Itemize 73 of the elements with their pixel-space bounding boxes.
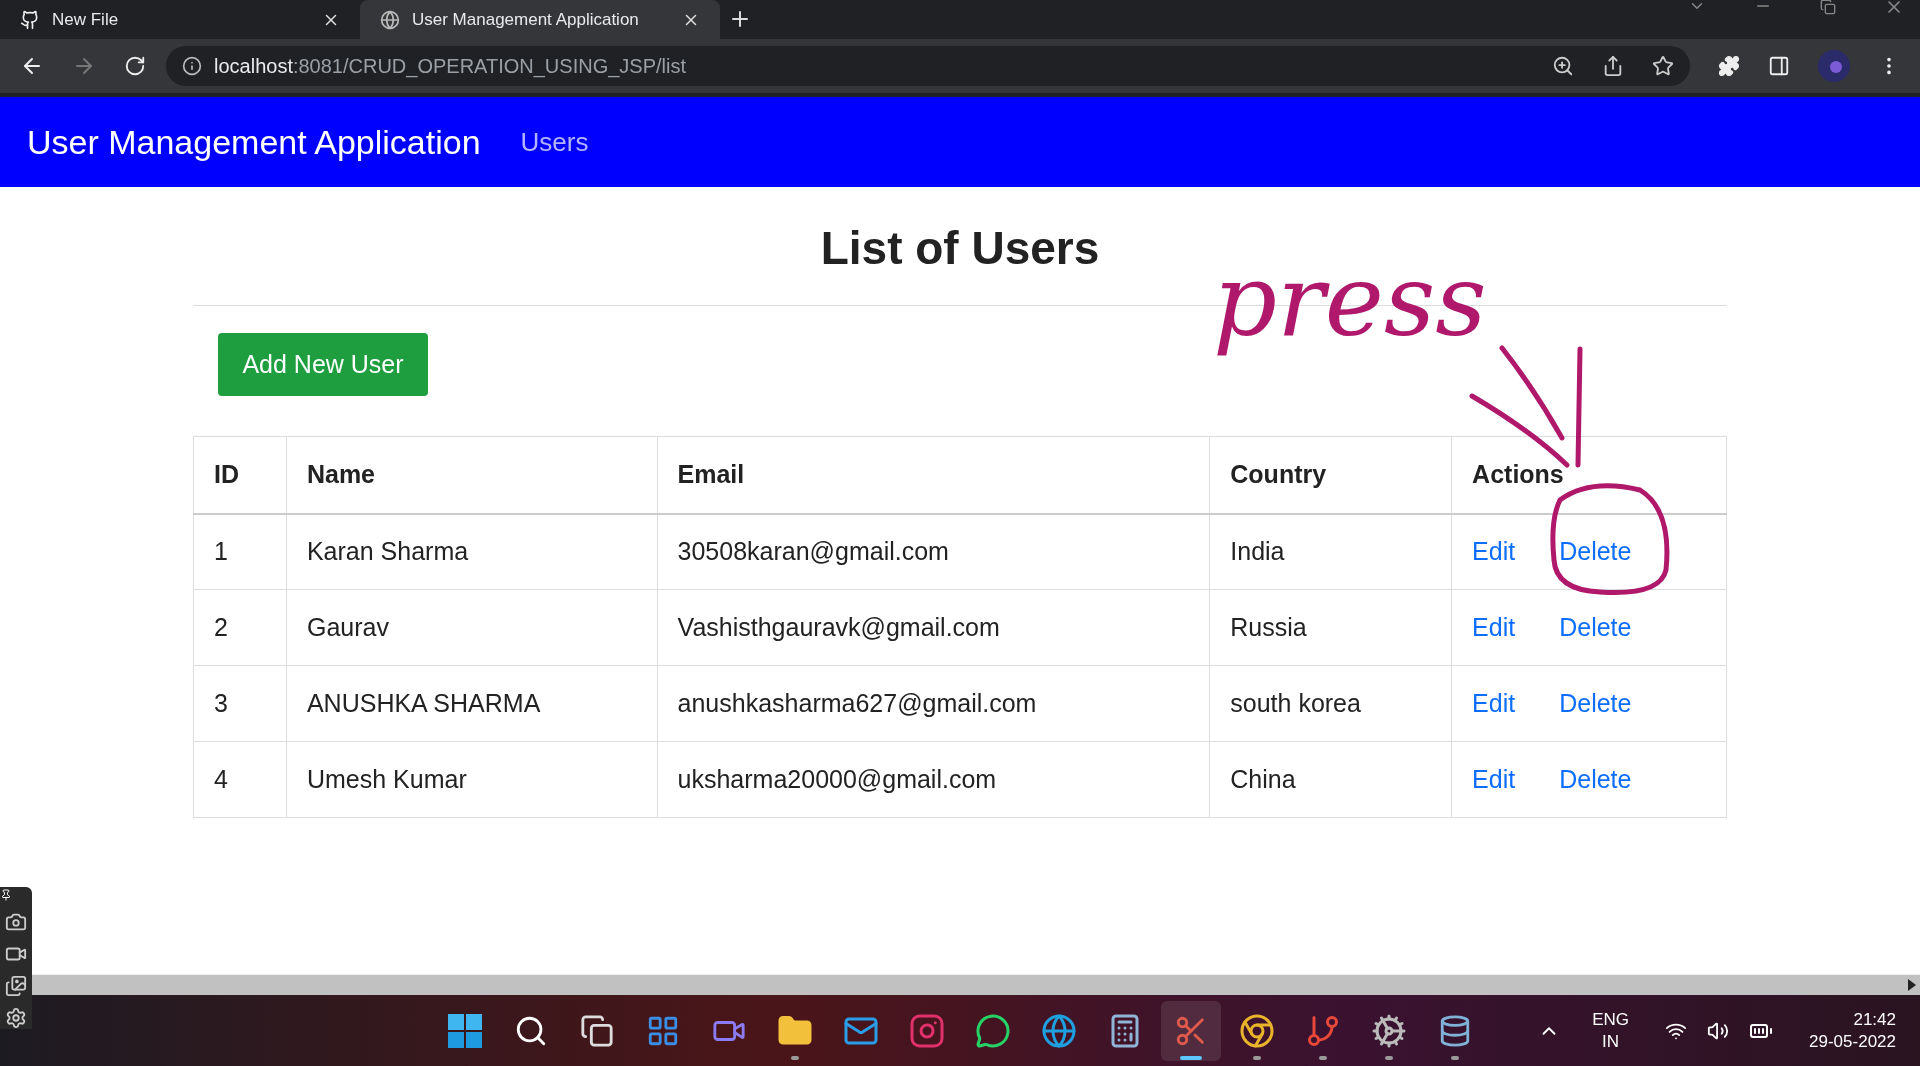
globe-icon xyxy=(380,9,400,30)
delete-link[interactable]: Delete xyxy=(1559,760,1632,799)
table-cell: 3 xyxy=(193,665,287,742)
table-cell: anushkasharma627@gmail.com xyxy=(657,665,1210,742)
table-cell: 4 xyxy=(193,741,287,818)
table-cell: 30508karan@gmail.com xyxy=(657,513,1210,590)
github-icon xyxy=(20,9,40,30)
running-indicator xyxy=(791,1055,799,1060)
star-icon[interactable] xyxy=(1652,55,1674,77)
url-field[interactable]: localhost:8081/CRUD_OPERATION_USING_JSP/list xyxy=(166,46,1690,86)
tab-title: New File xyxy=(52,8,120,31)
language-label[interactable]: IN xyxy=(1602,1030,1620,1052)
table-cell: south korea xyxy=(1209,665,1452,742)
delete-link[interactable]: Delete xyxy=(1559,608,1632,647)
nav-link[interactable]: Users xyxy=(520,122,589,162)
url-text: localhost:8081/CRUD_OPERATION_USING_JSP/list xyxy=(214,54,687,80)
edit-link[interactable]: Edit xyxy=(1472,684,1516,723)
taskbar-app[interactable] xyxy=(1161,1000,1221,1061)
table-cell: China xyxy=(1209,741,1452,818)
restore-icon[interactable] xyxy=(1820,0,1836,15)
reload-icon[interactable] xyxy=(124,55,146,77)
delete-link[interactable]: Delete xyxy=(1559,533,1632,571)
tab-title: User Management Application xyxy=(412,8,640,31)
running-indicator xyxy=(1253,1055,1261,1060)
camera-icon xyxy=(909,1012,945,1049)
table-cell: Umesh Kumar xyxy=(286,741,658,818)
browser-tab[interactable]: User Management Application xyxy=(360,0,720,39)
column-header: Country xyxy=(1209,436,1452,514)
column-header: Name xyxy=(286,436,658,514)
running-indicator xyxy=(1180,1055,1202,1060)
running-indicator xyxy=(1319,1055,1327,1060)
handwritten-note: press xyxy=(1212,241,1488,361)
running-indicator xyxy=(1451,1055,1459,1060)
edit-link[interactable]: Edit xyxy=(1472,608,1516,647)
table-cell: India xyxy=(1209,513,1452,590)
info-icon xyxy=(182,56,202,76)
avatar-icon[interactable] xyxy=(1818,50,1850,82)
table-cell: Gaurav xyxy=(286,589,658,666)
zoom-icon[interactable] xyxy=(1552,55,1574,77)
column-header: Email xyxy=(657,436,1210,514)
share-icon[interactable] xyxy=(1602,55,1624,77)
clock-date[interactable]: 29-05-2022 xyxy=(1809,1030,1896,1052)
running-indicator xyxy=(1385,1055,1393,1060)
table-cell: 1 xyxy=(193,513,287,590)
pin-icon[interactable] xyxy=(0,889,12,901)
puzzle-icon[interactable] xyxy=(1718,55,1740,77)
table-cell: Russia xyxy=(1209,589,1452,666)
gear-icon xyxy=(1371,1012,1407,1049)
gallery-icon[interactable] xyxy=(5,975,27,997)
table-cell: ANUSHKA SHARMA xyxy=(286,665,658,742)
language-label[interactable]: ENG xyxy=(1592,1009,1630,1031)
scroll-right-icon[interactable] xyxy=(1908,979,1916,991)
panel-icon[interactable] xyxy=(1768,55,1790,77)
database-icon xyxy=(1438,1013,1472,1048)
chat-bubble-icon xyxy=(975,1012,1011,1049)
table-cell: Vashisthgauravk@gmail.com xyxy=(657,589,1210,666)
table-cell: Karan Sharma xyxy=(286,513,658,590)
browser-tab[interactable]: New File xyxy=(0,0,360,39)
page-heading: List of Users xyxy=(820,221,1100,276)
settings-icon[interactable] xyxy=(5,1007,27,1029)
globe-icon xyxy=(1041,1012,1077,1049)
edit-link[interactable]: Edit xyxy=(1472,533,1516,571)
clock-time[interactable]: 21:42 xyxy=(1853,1009,1896,1031)
chrome-icon xyxy=(1239,1012,1275,1049)
table-cell: uksharma20000@gmail.com xyxy=(657,741,1210,818)
camera-icon[interactable] xyxy=(5,911,27,933)
delete-link[interactable]: Delete xyxy=(1559,684,1632,723)
column-header: Actions xyxy=(1451,436,1727,514)
table-cell: 2 xyxy=(193,589,287,666)
column-header: ID xyxy=(193,436,287,514)
edit-link[interactable]: Edit xyxy=(1472,760,1516,799)
add-user-button[interactable]: Add New User xyxy=(218,333,428,396)
brand-title[interactable]: User Management Application xyxy=(27,116,481,168)
